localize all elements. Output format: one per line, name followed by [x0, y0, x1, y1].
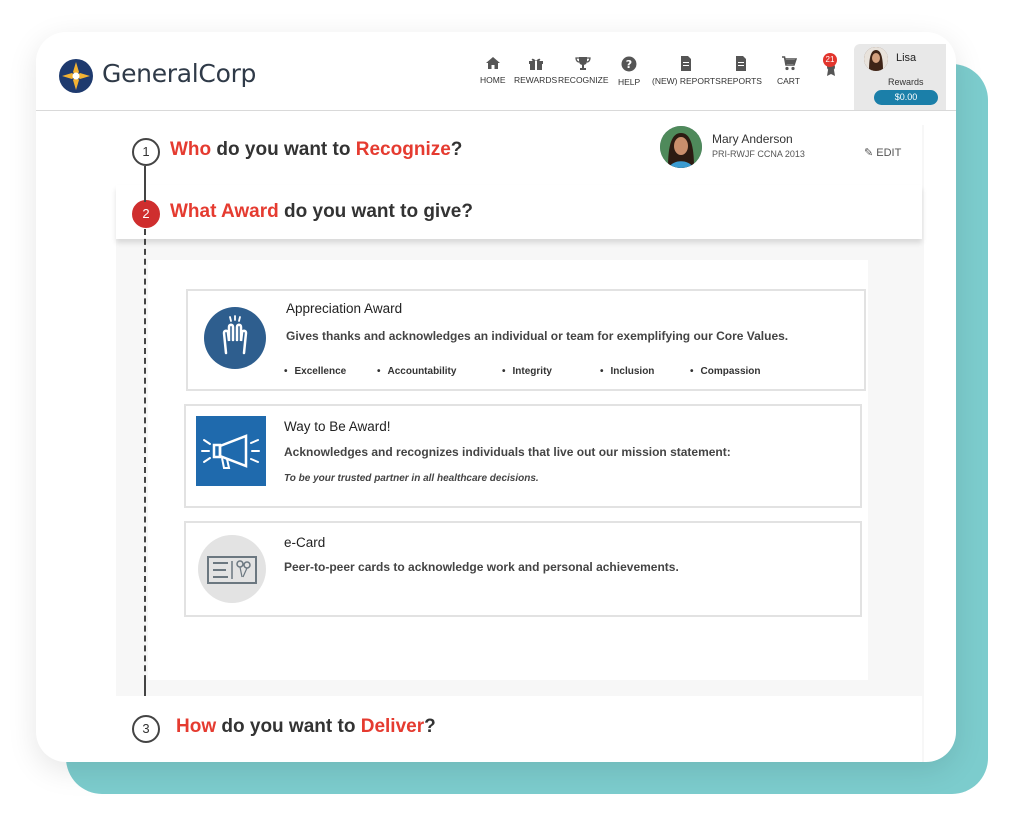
core-value: Integrity — [502, 366, 552, 377]
step-number-active: 2 — [132, 200, 160, 228]
megaphone-icon — [196, 416, 266, 486]
nav-reports[interactable]: REPORTS — [721, 56, 762, 86]
svg-text:?: ? — [626, 58, 632, 71]
nav-recognize[interactable]: RECOGNIZE — [558, 56, 609, 85]
step-title-recognize: Who do you want to Recognize? — [170, 139, 463, 160]
award-card-way-to-be[interactable]: Way to Be Award! Acknowledges and recogn… — [184, 404, 862, 508]
rewards-label: Rewards — [888, 77, 924, 87]
document-icon — [681, 56, 692, 71]
recipient-name: Mary Anderson — [712, 132, 793, 146]
step-title-deliver: How do you want to Deliver? — [176, 716, 436, 737]
rewards-balance[interactable]: $0.00 — [874, 90, 938, 105]
nav-cart[interactable]: CART — [777, 56, 800, 86]
nav-label: RECOGNIZE — [558, 75, 609, 85]
nav-label: (NEW) REPORTS — [652, 76, 721, 86]
user-menu[interactable]: Lisa Rewards $0.00 — [854, 44, 946, 110]
award-title: Way to Be Award! — [284, 419, 391, 434]
generalcorp-logo-icon — [59, 59, 93, 93]
award-description: Acknowledges and recognizes individuals … — [284, 445, 731, 459]
step-connector — [144, 166, 146, 202]
trophy-icon — [575, 57, 591, 70]
award-card-appreciation[interactable]: Appreciation Award Gives thanks and ackn… — [186, 289, 866, 391]
nav-home[interactable]: HOME — [480, 56, 506, 85]
step-number: 1 — [132, 138, 160, 166]
document-icon — [736, 56, 747, 71]
edit-recipient-link[interactable]: ✎ EDIT — [864, 146, 901, 159]
award-description: Peer-to-peer cards to acknowledge work a… — [284, 560, 679, 574]
recipient-subtitle: PRI-RWJF CCNA 2013 — [712, 149, 805, 159]
nav-label: HOME — [480, 75, 506, 85]
cart-icon — [781, 56, 797, 71]
brand-name: GeneralCorp — [102, 59, 257, 88]
nav-help[interactable]: ? HELP — [618, 56, 640, 87]
ecard-icon — [198, 535, 266, 603]
nav-label: REWARDS — [514, 75, 558, 85]
user-avatar — [864, 47, 888, 71]
recipient-avatar — [660, 126, 702, 168]
mission-statement: To be your trusted partner in all health… — [284, 473, 539, 484]
nav-label: HELP — [618, 77, 641, 87]
core-value: Compassion — [690, 366, 761, 377]
user-name: Lisa — [896, 52, 917, 64]
gift-icon — [528, 58, 543, 70]
step-connector-dashed — [144, 229, 146, 701]
core-value: Excellence — [284, 366, 347, 377]
award-description: Gives thanks and acknowledges an individ… — [286, 329, 789, 343]
step-number: 3 — [132, 715, 160, 743]
high-five-icon — [204, 307, 266, 369]
help-icon: ? — [621, 56, 637, 72]
core-value: Inclusion — [600, 366, 655, 377]
notification-badge: 21 — [823, 53, 837, 67]
award-title: Appreciation Award — [286, 301, 403, 316]
nav-label: REPORTS — [721, 76, 762, 86]
app-window: GeneralCorp HOME REWARDS RECOGNIZE ? HEL… — [36, 32, 956, 762]
home-icon — [485, 57, 500, 69]
nav-rewards[interactable]: REWARDS — [514, 56, 557, 85]
step-title-award: What Award do you want to give? — [170, 201, 473, 222]
core-value: Accountability — [377, 366, 457, 377]
award-title: e-Card — [284, 535, 326, 550]
nav-new-reports[interactable]: (NEW) REPORTS — [652, 56, 721, 86]
award-card-ecard[interactable]: e-Card Peer-to-peer cards to acknowledge… — [184, 521, 862, 617]
nav-label: CART — [777, 76, 800, 86]
top-header: GeneralCorp HOME REWARDS RECOGNIZE ? HEL… — [36, 32, 956, 111]
